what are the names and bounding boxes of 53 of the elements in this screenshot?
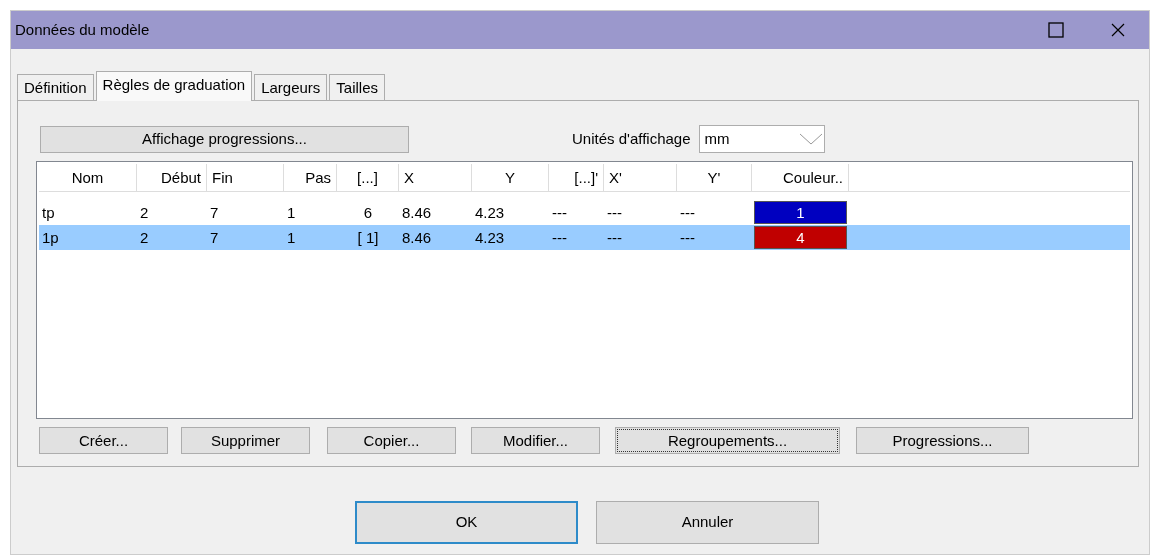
table-cell-text: 4.23	[474, 203, 506, 223]
table-cell-text: ---	[606, 228, 623, 248]
column-header[interactable]: Fin	[207, 164, 284, 192]
table-cell-text: 1p	[41, 228, 60, 248]
color-swatch: 1	[754, 201, 847, 224]
table-cell-text: 1	[286, 228, 297, 248]
table-cell-text: 2	[139, 203, 150, 223]
tab[interactable]: Règles de graduation	[95, 71, 253, 101]
table-row[interactable]: tp 2 7 1 6 8.46 4.23 --- --- --- 1	[39, 200, 1130, 225]
table-cell-text: 2	[139, 228, 150, 248]
table-cell-text: ---	[679, 203, 696, 223]
column-header[interactable]: Y'	[677, 164, 752, 192]
column-header[interactable]: [...]'	[549, 164, 604, 192]
close-icon	[1111, 23, 1125, 37]
column-header[interactable]: [...]	[337, 164, 399, 192]
color-swatch: 4	[754, 226, 847, 249]
cancel-button[interactable]: Annuler	[596, 501, 819, 544]
table-cell-text: ---	[551, 203, 568, 223]
ok-button[interactable]: OK	[355, 501, 578, 544]
tab[interactable]: Largeurs	[254, 74, 328, 100]
units-dropdown[interactable]: mm	[698, 125, 825, 153]
table-cell-text: 8.46	[401, 228, 433, 248]
table-cell-text: [ 1]	[356, 228, 380, 248]
tab[interactable]: Définition	[17, 74, 94, 100]
table-cell-text: 6	[362, 203, 374, 223]
table-cell-text: ---	[551, 228, 568, 248]
units-label: Unités d'affichage	[572, 128, 691, 149]
column-header[interactable]: Nom	[39, 164, 137, 192]
selected-row[interactable]: 1p 2 7 1 [ 1] 8.46 4.23 --- --- --- 4	[39, 225, 1130, 250]
action-button[interactable]: Supprimer	[181, 427, 310, 454]
column-header[interactable]: X'	[604, 164, 677, 192]
table-cell-text: 7	[209, 203, 220, 223]
window-title: Données du modèle	[15, 19, 151, 40]
table-cell-text: 8.46	[401, 203, 433, 223]
action-button[interactable]: Créer...	[39, 427, 168, 454]
column-header[interactable]: X	[399, 164, 472, 192]
maximize-icon	[1048, 22, 1064, 38]
table-cell-text: ---	[679, 228, 696, 248]
tab[interactable]: Tailles	[329, 74, 386, 100]
table-cell-text: 1	[286, 203, 297, 223]
action-button[interactable]: Copier...	[327, 427, 456, 454]
table-cell-text: 7	[209, 228, 220, 248]
action-button[interactable]: Modifier...	[471, 427, 600, 454]
action-button[interactable]: Progressions...	[856, 427, 1029, 454]
action-button[interactable]: Regroupements...	[615, 427, 840, 454]
table-cell-text: ---	[606, 203, 623, 223]
column-header[interactable]: Couleur..	[752, 164, 849, 192]
column-header[interactable]: Pas	[284, 164, 337, 192]
table-cell-text: tp	[41, 203, 56, 223]
display-progressions-button[interactable]: Affichage progressions...	[40, 125, 409, 153]
column-header[interactable]: Début	[137, 164, 207, 192]
column-header[interactable]: Y	[472, 164, 549, 192]
table-cell-text: 4.23	[474, 228, 506, 248]
